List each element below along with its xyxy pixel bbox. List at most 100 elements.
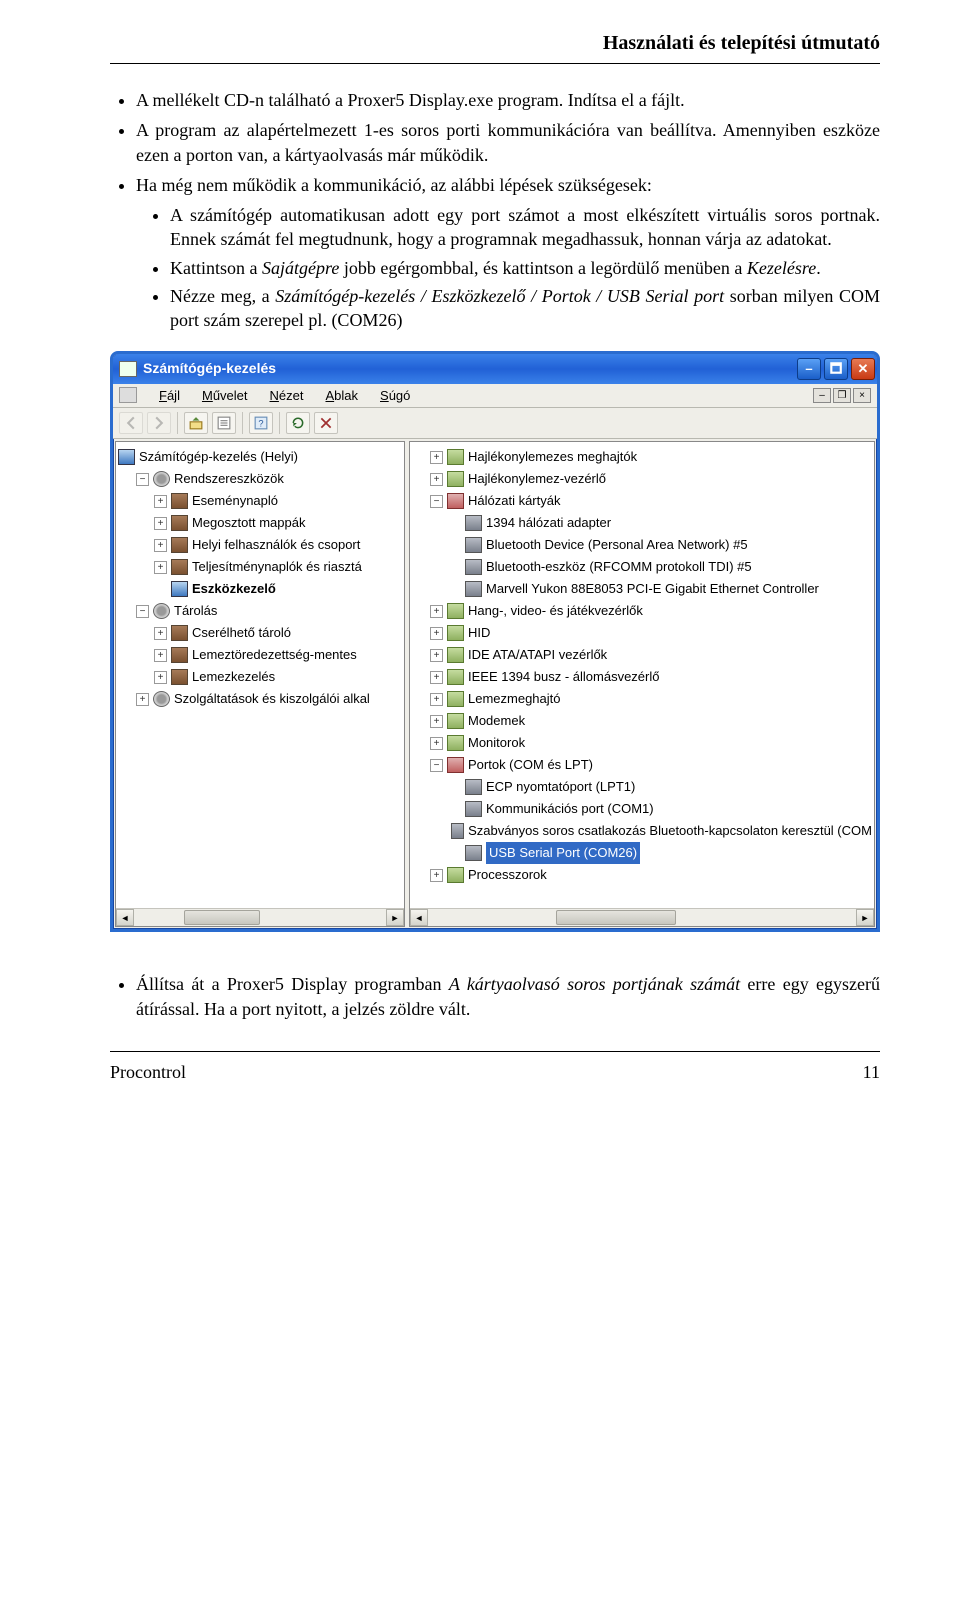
tree-icon	[447, 713, 464, 729]
tree-icon	[153, 471, 170, 487]
tree-item[interactable]: +Cserélhető tároló	[118, 622, 402, 644]
header-rule	[110, 63, 880, 64]
tree-item[interactable]: +Lemeztöredezettség-mentes	[118, 644, 402, 666]
close-button[interactable]: ✕	[851, 358, 875, 380]
footer-page: 11	[863, 1060, 880, 1084]
forward-button[interactable]	[147, 412, 171, 434]
titlebar[interactable]: Számítógép-kezelés – 🗖 ✕	[113, 354, 877, 384]
tree-icon	[465, 515, 482, 531]
tree-icon	[118, 449, 135, 465]
left-hscroll[interactable]: ◄ ►	[116, 908, 404, 926]
tree-icon	[171, 559, 188, 575]
tree-item[interactable]: ECP nyomtatóport (LPT1)	[412, 776, 872, 798]
maximize-button[interactable]: 🗖	[824, 358, 848, 380]
up-button[interactable]	[184, 412, 208, 434]
tree-item[interactable]: −Tárolás	[118, 600, 402, 622]
tree-item[interactable]: Eszközkezelő	[118, 578, 402, 600]
tree-item[interactable]: −Rendszereszközök	[118, 468, 402, 490]
tree-item[interactable]: Számítógép-kezelés (Helyi)	[118, 446, 402, 468]
menu-view[interactable]: Nézet	[270, 387, 304, 405]
tree-item[interactable]: Bluetooth Device (Personal Area Network)…	[412, 534, 872, 556]
mdi-close[interactable]: ×	[853, 388, 871, 403]
scroll-thumb[interactable]	[184, 910, 260, 925]
tree-icon	[171, 581, 188, 597]
page-header: Használati és telepítési útmutató	[110, 30, 880, 57]
tree-item[interactable]: −Hálózati kártyák	[412, 490, 872, 512]
tree-item[interactable]: +Modemek	[412, 710, 872, 732]
tree-item[interactable]: +Teljesítménynaplók és riasztá	[118, 556, 402, 578]
scroll-left-arrow[interactable]: ◄	[410, 909, 428, 926]
right-tree-pane[interactable]: +Hajlékonylemezes meghajtók+Hajlékonylem…	[409, 441, 875, 927]
sub-2: Kattintson a Sajátgépre jobb egérgombbal…	[170, 256, 880, 280]
tree-icon	[447, 625, 464, 641]
help-button[interactable]: ?	[249, 412, 273, 434]
left-tree-pane[interactable]: Számítógép-kezelés (Helyi)−Rendszereszkö…	[115, 441, 405, 927]
tree-icon	[171, 669, 188, 685]
tree-item[interactable]: +HID	[412, 622, 872, 644]
tree-item[interactable]: +Szolgáltatások és kiszolgálói alkal	[118, 688, 402, 710]
footer-rule	[110, 1051, 880, 1052]
tree-item[interactable]: Bluetooth-eszköz (RFCOMM protokoll TDI) …	[412, 556, 872, 578]
mdi-minimize[interactable]: –	[813, 388, 831, 403]
toolbar: ?	[113, 408, 877, 439]
tree-icon	[447, 471, 464, 487]
tree-icon	[153, 603, 170, 619]
tree-icon	[465, 779, 482, 795]
tree-icon	[451, 823, 464, 839]
menubar-icon	[119, 387, 137, 403]
tree-icon	[447, 449, 464, 465]
tree-item[interactable]: +Hajlékonylemezes meghajtók	[412, 446, 872, 468]
app-icon	[119, 361, 137, 377]
tree-item[interactable]: +Processzorok	[412, 864, 872, 886]
svg-text:?: ?	[258, 419, 263, 429]
tree-icon	[447, 647, 464, 663]
tree-item[interactable]: +IDE ATA/ATAPI vezérlők	[412, 644, 872, 666]
tree-icon	[447, 603, 464, 619]
tree-item[interactable]: Marvell Yukon 88E8053 PCI-E Gigabit Ethe…	[412, 578, 872, 600]
mdi-restore[interactable]: ❐	[833, 388, 851, 403]
sub-3: Nézze meg, a Számítógép-kezelés / Eszköz…	[170, 284, 880, 333]
menu-file[interactable]: Fájl	[159, 387, 180, 405]
minimize-button[interactable]: –	[797, 358, 821, 380]
sub-list: A számítógép automatikusan adott egy por…	[136, 203, 880, 332]
scroll-thumb[interactable]	[556, 910, 676, 925]
back-button[interactable]	[119, 412, 143, 434]
scroll-right-arrow[interactable]: ►	[856, 909, 874, 926]
scroll-left-arrow[interactable]: ◄	[116, 909, 134, 926]
tree-item[interactable]: +Hajlékonylemez-vezérlő	[412, 468, 872, 490]
tree-icon	[153, 691, 170, 707]
menu-help[interactable]: Súgó	[380, 387, 410, 405]
tree-icon	[465, 845, 482, 861]
tree-item[interactable]: 1394 hálózati adapter	[412, 512, 872, 534]
refresh-button[interactable]	[286, 412, 310, 434]
tree-item[interactable]: Kommunikációs port (COM1)	[412, 798, 872, 820]
tree-item[interactable]: +Lemezmeghajtó	[412, 688, 872, 710]
properties-button[interactable]	[212, 412, 236, 434]
delete-button[interactable]	[314, 412, 338, 434]
tree-item[interactable]: +Monitorok	[412, 732, 872, 754]
tree-item[interactable]: +IEEE 1394 busz - állomásvezérlő	[412, 666, 872, 688]
tree-icon	[171, 493, 188, 509]
tree-item[interactable]: USB Serial Port (COM26)	[412, 842, 872, 864]
menu-action[interactable]: Művelet	[202, 387, 248, 405]
tree-item[interactable]: +Lemezkezelés	[118, 666, 402, 688]
bullet-3: Ha még nem működik a kommunikáció, az al…	[136, 173, 880, 333]
tree-item[interactable]: Szabványos soros csatlakozás Bluetooth-k…	[412, 820, 872, 842]
tree-item[interactable]: +Megosztott mappák	[118, 512, 402, 534]
window-title: Számítógép-kezelés	[143, 359, 797, 378]
tree-icon	[447, 669, 464, 685]
tree-icon	[447, 735, 464, 751]
tree-item[interactable]: +Helyi felhasználók és csoport	[118, 534, 402, 556]
footer-left: Procontrol	[110, 1060, 186, 1084]
right-hscroll[interactable]: ◄ ►	[410, 908, 874, 926]
tree-icon	[171, 515, 188, 531]
tree-item[interactable]: +Hang-, video- és játékvezérlők	[412, 600, 872, 622]
tree-item[interactable]: +Eseménynapló	[118, 490, 402, 512]
intro-list: A mellékelt CD-n található a Proxer5 Dis…	[110, 88, 880, 333]
outro-list: Állítsa át a Proxer5 Display programban …	[110, 972, 880, 1021]
scroll-right-arrow[interactable]: ►	[386, 909, 404, 926]
tree-item[interactable]: −Portok (COM és LPT)	[412, 754, 872, 776]
tree-icon	[465, 537, 482, 553]
tree-icon	[447, 867, 464, 883]
menu-window[interactable]: Ablak	[325, 387, 358, 405]
